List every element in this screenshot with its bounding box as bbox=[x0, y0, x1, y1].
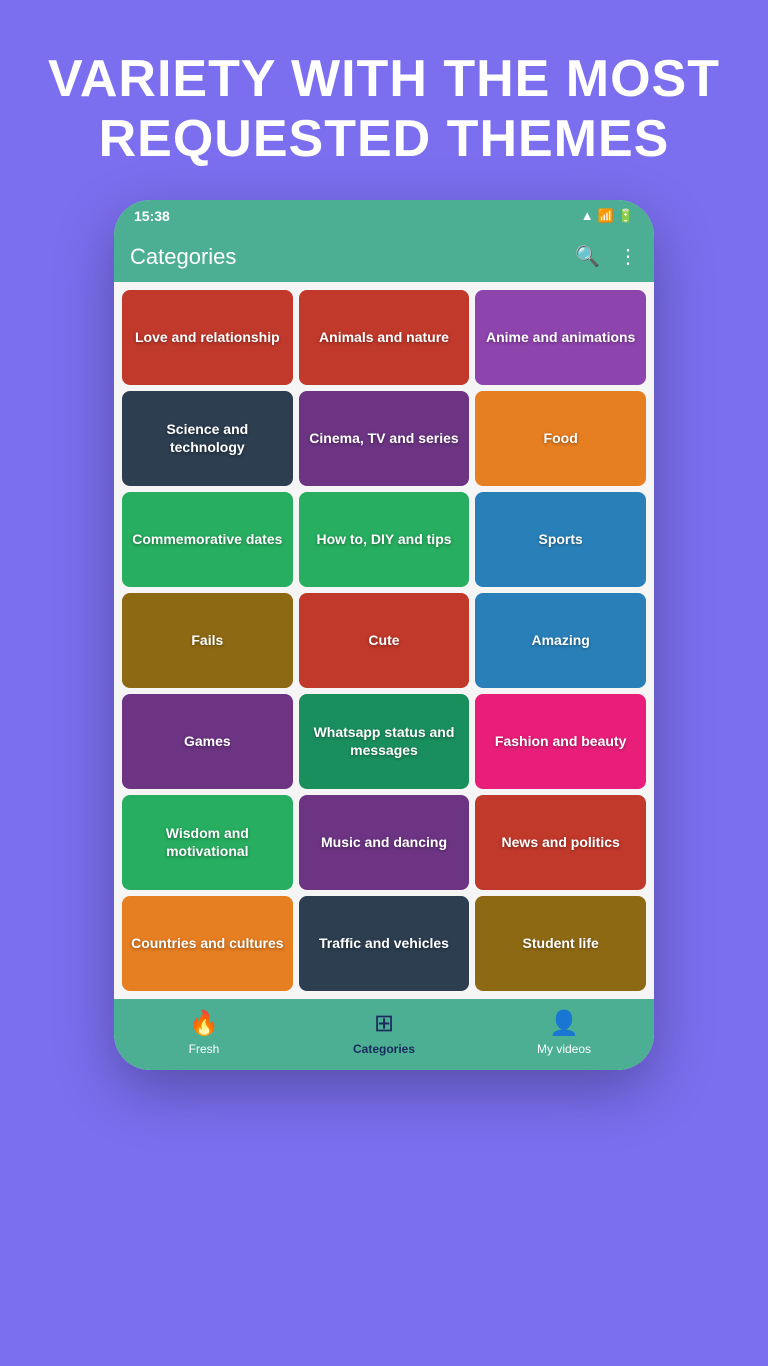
category-music[interactable]: Music and dancing bbox=[299, 795, 470, 890]
category-label-science: Science and technology bbox=[122, 416, 293, 460]
wifi-icon: ▲ bbox=[581, 208, 594, 223]
bottom-navigation: 🔥 Fresh ⊞ Categories 👤 My videos bbox=[114, 999, 654, 1070]
clock: 15:38 bbox=[134, 208, 170, 224]
category-animals[interactable]: Animals and nature bbox=[299, 290, 470, 385]
category-commemorative[interactable]: Commemorative dates bbox=[122, 492, 293, 587]
category-news[interactable]: News and politics bbox=[475, 795, 646, 890]
app-bar-title: Categories bbox=[130, 244, 236, 270]
app-bar-actions: 🔍 ⋮ bbox=[575, 244, 638, 269]
category-label-sports: Sports bbox=[530, 526, 590, 552]
category-whatsapp[interactable]: Whatsapp status and messages bbox=[299, 694, 470, 789]
nav-item-categories[interactable]: ⊞ Categories bbox=[294, 1009, 474, 1056]
category-science[interactable]: Science and technology bbox=[122, 391, 293, 486]
nav-icon-fresh: 🔥 bbox=[189, 1009, 219, 1038]
signal-icon: 📶 bbox=[598, 208, 614, 224]
category-label-amazing: Amazing bbox=[523, 627, 597, 653]
category-cute[interactable]: Cute bbox=[299, 593, 470, 688]
nav-icon-categories: ⊞ bbox=[374, 1009, 394, 1038]
category-wisdom[interactable]: Wisdom and motivational bbox=[122, 795, 293, 890]
hero-title: VARIETY WITH THE MOST REQUESTED THEMES bbox=[0, 0, 768, 200]
category-label-howto: How to, DIY and tips bbox=[308, 526, 459, 552]
nav-item-myvideos[interactable]: 👤 My videos bbox=[474, 1009, 654, 1056]
battery-icon: 🔋 bbox=[618, 208, 634, 224]
search-icon[interactable]: 🔍 bbox=[575, 244, 600, 269]
category-anime[interactable]: Anime and animations bbox=[475, 290, 646, 385]
category-label-news: News and politics bbox=[494, 829, 628, 855]
category-games[interactable]: Games bbox=[122, 694, 293, 789]
status-icons: ▲ 📶 🔋 bbox=[581, 208, 634, 224]
category-love[interactable]: Love and relationship bbox=[122, 290, 293, 385]
nav-item-fresh[interactable]: 🔥 Fresh bbox=[114, 1009, 294, 1056]
category-label-student: Student life bbox=[515, 930, 607, 956]
category-label-cute: Cute bbox=[360, 627, 407, 653]
nav-label-fresh: Fresh bbox=[189, 1042, 220, 1056]
category-label-commemorative: Commemorative dates bbox=[124, 526, 290, 552]
category-label-traffic: Traffic and vehicles bbox=[311, 930, 457, 956]
category-fails[interactable]: Fails bbox=[122, 593, 293, 688]
category-sports[interactable]: Sports bbox=[475, 492, 646, 587]
category-label-games: Games bbox=[176, 728, 239, 754]
category-howto[interactable]: How to, DIY and tips bbox=[299, 492, 470, 587]
category-fashion[interactable]: Fashion and beauty bbox=[475, 694, 646, 789]
category-label-music: Music and dancing bbox=[313, 829, 455, 855]
nav-icon-myvideos: 👤 bbox=[549, 1009, 579, 1038]
category-label-food: Food bbox=[536, 425, 586, 451]
nav-label-categories: Categories bbox=[353, 1042, 415, 1056]
category-food[interactable]: Food bbox=[475, 391, 646, 486]
category-label-fails: Fails bbox=[183, 627, 231, 653]
more-options-icon[interactable]: ⋮ bbox=[618, 244, 638, 269]
category-label-cinema: Cinema, TV and series bbox=[301, 425, 466, 451]
category-label-anime: Anime and animations bbox=[478, 324, 643, 350]
status-bar: 15:38 ▲ 📶 🔋 bbox=[114, 200, 654, 232]
category-amazing[interactable]: Amazing bbox=[475, 593, 646, 688]
app-bar: Categories 🔍 ⋮ bbox=[114, 232, 654, 282]
category-label-wisdom: Wisdom and motivational bbox=[122, 820, 293, 864]
categories-grid: Love and relationship Animals and nature A… bbox=[114, 282, 654, 999]
category-label-countries: Countries and cultures bbox=[123, 930, 291, 956]
category-countries[interactable]: Countries and cultures bbox=[122, 896, 293, 991]
category-label-whatsapp: Whatsapp status and messages bbox=[299, 719, 470, 763]
category-cinema[interactable]: Cinema, TV and series bbox=[299, 391, 470, 486]
category-traffic[interactable]: Traffic and vehicles bbox=[299, 896, 470, 991]
nav-label-myvideos: My videos bbox=[537, 1042, 591, 1056]
category-student[interactable]: Student life bbox=[475, 896, 646, 991]
category-label-fashion: Fashion and beauty bbox=[487, 728, 634, 754]
category-label-love: Love and relationship bbox=[127, 324, 288, 350]
phone-mockup: 15:38 ▲ 📶 🔋 Categories 🔍 ⋮ Love and rela… bbox=[114, 200, 654, 1070]
hero-section: VARIETY WITH THE MOST REQUESTED THEMES bbox=[0, 0, 768, 200]
category-label-animals: Animals and nature bbox=[311, 324, 457, 350]
